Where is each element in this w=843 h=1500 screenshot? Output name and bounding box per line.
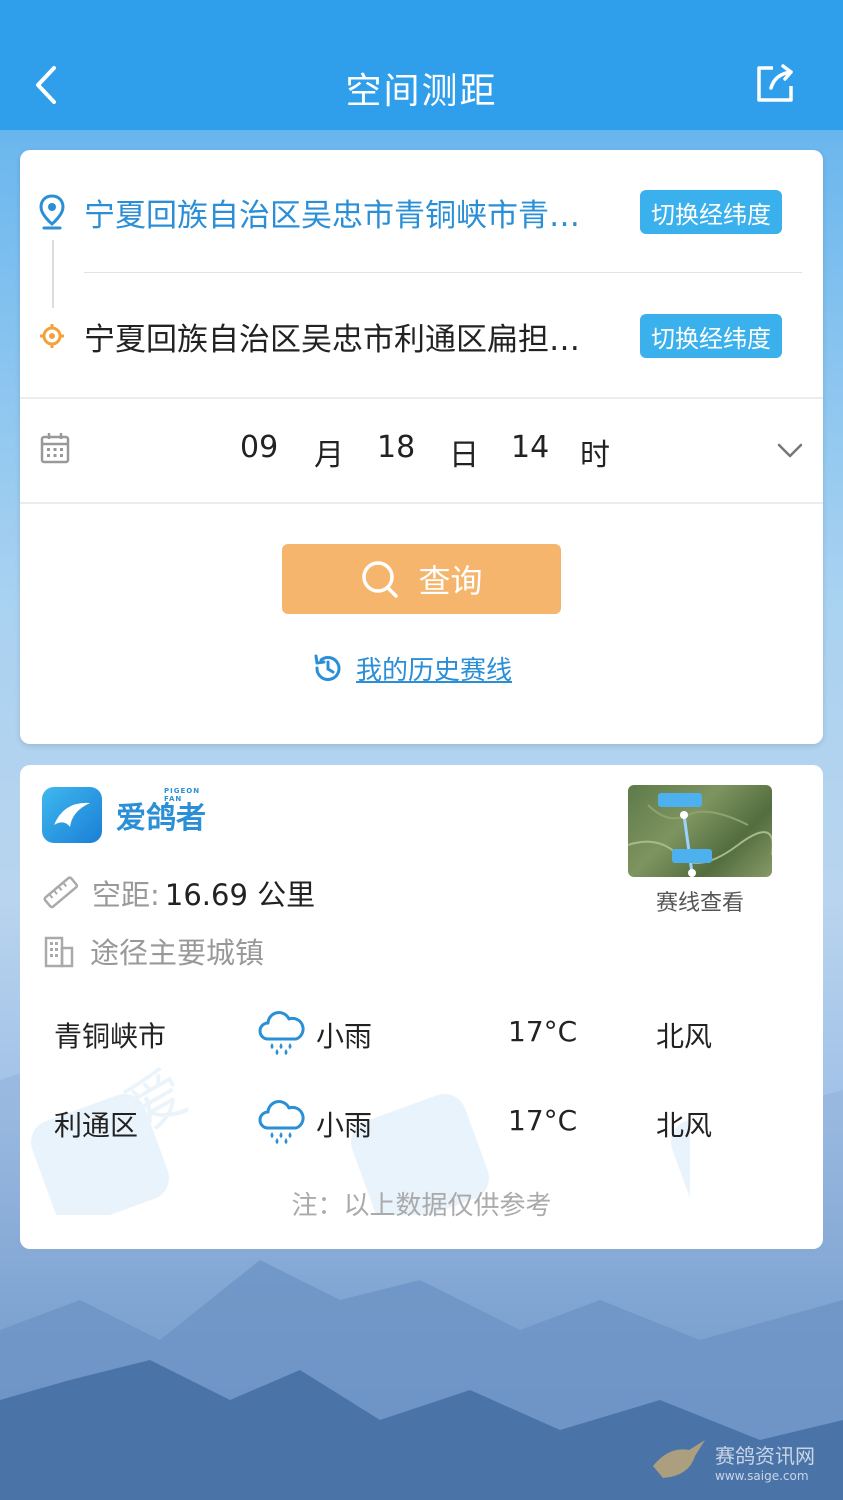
weather-city: 青铜峡市 [54, 1020, 167, 1053]
route-map-thumbnail[interactable] [628, 785, 772, 877]
disclaimer-note: 注：以上数据仅供参考 [291, 1191, 552, 1221]
site-url: www.saige.com [715, 1468, 809, 1483]
datetime-picker[interactable]: 09 月 18 日 14 时 [20, 400, 823, 502]
weather-city: 利通区 [54, 1109, 139, 1142]
chevron-down-icon [777, 443, 803, 458]
site-name: 赛鸽资讯网 [715, 1443, 815, 1468]
ruler-icon [43, 876, 78, 909]
distance-row: 空距: 16.69 公里 [42, 873, 315, 913]
app-logo-icon [42, 787, 102, 843]
search-icon [362, 561, 399, 598]
end-address[interactable]: 宁夏回族自治区吴忠市利通区扁担… [84, 314, 624, 358]
map-view-label[interactable]: 赛线查看 [628, 885, 772, 917]
query-card: 宁夏回族自治区吴忠市青铜峡市青… 切换经纬度 宁夏回族自治区吴忠市利通区扁担… … [20, 150, 823, 744]
cities-label: 途径主要城镇 [90, 936, 265, 970]
share-button[interactable] [753, 62, 797, 106]
map-route-icon [628, 793, 772, 877]
target-icon [40, 324, 64, 348]
divider [20, 502, 823, 504]
weather-temperature: 17°C [508, 1104, 578, 1137]
rain-cloud-icon [258, 1011, 305, 1055]
weather-temperature: 17°C [508, 1015, 578, 1048]
weather-wind: 北风 [656, 1109, 713, 1142]
page-title: 空间测距 [345, 71, 498, 112]
route-connector-line [52, 240, 54, 308]
history-icon [314, 654, 341, 681]
hour-value: 14 [511, 430, 550, 465]
month-unit: 月 [314, 438, 344, 473]
distance-value: 16.69 公里 [164, 878, 316, 912]
weather-condition: 小雨 [316, 1109, 373, 1142]
end-location-row: 宁夏回族自治区吴忠市利通区扁担… 切换经纬度 [20, 306, 823, 366]
brand: PIGEON FAN 爱鸽者 [42, 787, 206, 843]
cities-row: 途径主要城镇 [42, 931, 264, 971]
divider [84, 272, 802, 273]
query-button[interactable]: 查询 [282, 544, 561, 614]
divider [20, 397, 823, 399]
month-value: 09 [240, 430, 279, 465]
start-address[interactable]: 宁夏回族自治区吴忠市青铜峡市青… [84, 190, 624, 234]
day-value: 18 [377, 430, 416, 465]
start-location-row: 宁夏回族自治区吴忠市青铜峡市青… 切换经纬度 [20, 182, 823, 242]
brand-name: PIGEON FAN 爱鸽者 [116, 787, 206, 836]
weather-row: 利通区 小雨 17°C 北风 [20, 1098, 823, 1148]
brand-subtitle: PIGEON FAN [164, 787, 201, 803]
history-link[interactable]: 我的历史赛线 [312, 648, 512, 688]
hour-unit: 时 [580, 438, 610, 473]
day-unit: 日 [449, 438, 479, 473]
start-switch-coords-button[interactable]: 切换经纬度 [640, 190, 782, 234]
query-label: 查询 [418, 562, 483, 600]
weather-condition: 小雨 [316, 1020, 373, 1053]
weather-row: 青铜峡市 小雨 17°C 北风 [20, 1009, 823, 1059]
site-watermark: 赛鸽资讯网 www.saige.com [649, 1436, 815, 1486]
calendar-icon [40, 433, 70, 464]
result-card: 爱 PIGEON FAN 爱鸽者 赛线查看 空距: 16.69 公里 途径主要城… [20, 765, 823, 1249]
building-icon [44, 936, 74, 968]
pigeon-logo-icon [653, 1440, 705, 1478]
distance-separator: : [150, 878, 160, 912]
app-header: 空间测距 [0, 0, 843, 130]
share-icon [757, 64, 793, 102]
end-switch-coords-button[interactable]: 切换经纬度 [640, 314, 782, 358]
rain-cloud-icon [258, 1100, 305, 1144]
history-label: 我的历史赛线 [356, 655, 513, 686]
distance-label: 空距 [92, 878, 151, 912]
weather-wind: 北风 [656, 1020, 713, 1053]
location-pin-icon [39, 194, 65, 230]
